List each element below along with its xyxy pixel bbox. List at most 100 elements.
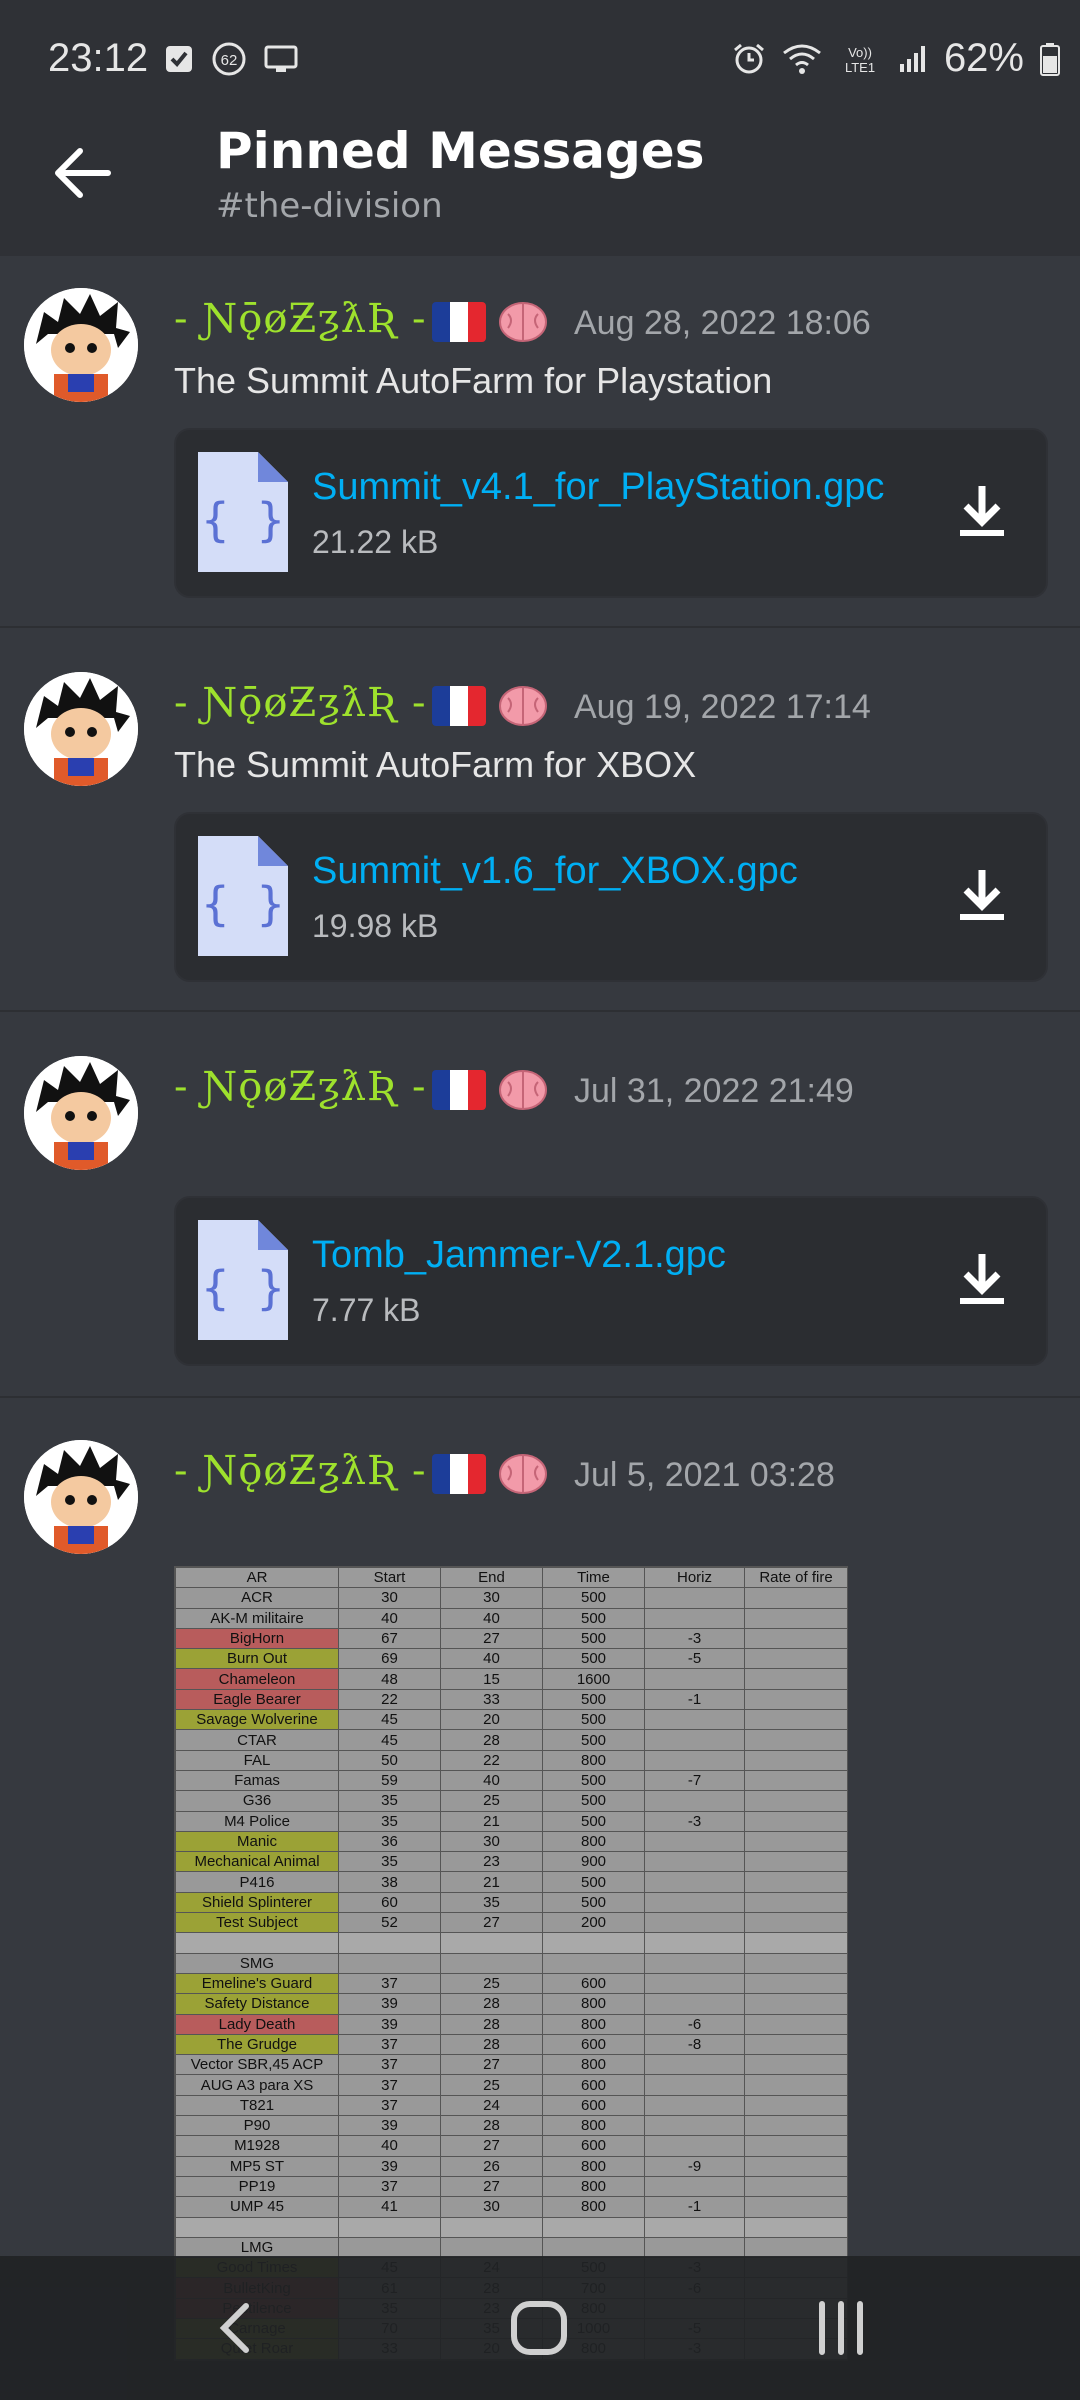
table-cell: 900 bbox=[542, 1851, 645, 1873]
download-icon[interactable] bbox=[952, 866, 1012, 926]
table-cell: 500 bbox=[542, 1709, 645, 1731]
table-cell bbox=[644, 1912, 745, 1934]
table-cell: 500 bbox=[542, 1891, 645, 1914]
table-cell: CTAR bbox=[175, 1729, 339, 1751]
table-cell bbox=[644, 2094, 745, 2117]
file-attachment[interactable]: { } Tomb_Jammer-V2.1.gpc 7.77 kB bbox=[174, 1196, 1048, 1366]
brain-icon bbox=[499, 686, 548, 726]
table-cell bbox=[744, 1972, 848, 1995]
table-cell: 600 bbox=[542, 2074, 645, 2096]
table-cell bbox=[744, 1688, 848, 1711]
table-cell: T821 bbox=[175, 2094, 339, 2117]
table-cell: 35 bbox=[338, 1790, 441, 1812]
svg-text:LTE1: LTE1 bbox=[845, 60, 875, 75]
table-row: Savage Wolverine 45 20 500 bbox=[175, 1709, 848, 1731]
table-cell: 28 bbox=[440, 2115, 543, 2137]
table-cell: -1 bbox=[644, 1688, 745, 1711]
avatar[interactable] bbox=[24, 1440, 138, 1554]
table-row: The Grudge 37 28 600 -8 bbox=[175, 2033, 848, 2056]
table-cell: 800 bbox=[542, 1830, 645, 1853]
avatar[interactable] bbox=[24, 672, 138, 786]
table-cell: 52 bbox=[338, 1912, 441, 1934]
avatar-image bbox=[24, 1056, 138, 1170]
back-nav-icon[interactable] bbox=[200, 2296, 270, 2360]
table-cell bbox=[644, 1668, 745, 1690]
table-cell bbox=[744, 1709, 848, 1731]
avatar[interactable] bbox=[24, 288, 138, 402]
table-cell: Test Subject bbox=[175, 1912, 339, 1934]
table-cell bbox=[338, 1932, 441, 1954]
table-cell: -5 bbox=[644, 1648, 745, 1670]
table-cell bbox=[744, 2013, 848, 2035]
table-cell: Vector SBR,45 ACP bbox=[175, 2054, 339, 2076]
volte-icon: Vo))LTE1 bbox=[845, 45, 875, 75]
avatar[interactable] bbox=[24, 1056, 138, 1170]
column-header: Horiz bbox=[644, 1566, 745, 1589]
table-cell bbox=[644, 2074, 745, 2096]
table-cell: 27 bbox=[440, 1912, 543, 1934]
table-cell: 40 bbox=[338, 2135, 441, 2157]
table-cell bbox=[744, 1668, 848, 1690]
attached-spreadsheet-image[interactable]: AR Start End Time Horiz Rate of fire ACR… bbox=[174, 1566, 848, 2361]
author-text: - ƝǭøƵƺƛƦ - bbox=[174, 680, 427, 726]
table-cell bbox=[744, 1830, 848, 1853]
pinned-message[interactable]: - ƝǭøƵƺƛƦ - Aug 19, 2022 17:14 The Summi… bbox=[0, 626, 1080, 1012]
recents-nav-icon[interactable] bbox=[806, 2296, 876, 2360]
author-name[interactable]: - ƝǭøƵƺƛƦ - bbox=[174, 680, 548, 728]
table-cell: Shield Splinterer bbox=[175, 1891, 339, 1914]
author-text: - ƝǭøƵƺƛƦ - bbox=[174, 1448, 427, 1494]
table-cell: 60 bbox=[338, 1891, 441, 1914]
table-cell: 41 bbox=[338, 2196, 441, 2218]
table-cell: -8 bbox=[644, 2033, 745, 2056]
table-cell: Savage Wolverine bbox=[175, 1709, 339, 1731]
table-row: MP5 ST 39 26 800 -9 bbox=[175, 2155, 848, 2177]
table-row: P90 39 28 800 bbox=[175, 2115, 848, 2137]
table-cell bbox=[542, 1932, 645, 1954]
pinned-message[interactable]: - ƝǭøƵƺƛƦ - Aug 28, 2022 18:06 The Summi… bbox=[0, 256, 1080, 628]
avatar-image bbox=[24, 288, 138, 402]
table-cell: 500 bbox=[542, 1688, 645, 1711]
file-attachment[interactable]: { } Summit_v4.1_for_PlayStation.gpc 21.2… bbox=[174, 428, 1048, 598]
table-cell bbox=[744, 2216, 848, 2238]
table-row: LMG bbox=[175, 2236, 848, 2259]
table-cell: 1600 bbox=[542, 1668, 645, 1690]
download-icon[interactable] bbox=[952, 1250, 1012, 1310]
table-cell: 800 bbox=[542, 2115, 645, 2137]
table-cell bbox=[542, 2216, 645, 2238]
file-name-link[interactable]: Summit_v1.6_for_XBOX.gpc bbox=[312, 850, 798, 893]
download-icon[interactable] bbox=[952, 482, 1012, 542]
table-cell: 21 bbox=[440, 1810, 543, 1832]
table-cell: 48 bbox=[338, 1668, 441, 1690]
table-row: Safety Distance 39 28 800 bbox=[175, 1993, 848, 2015]
table-row: Mechanical Animal 35 23 900 bbox=[175, 1851, 848, 1873]
system-navigation-bar bbox=[0, 2256, 1080, 2400]
file-name-link[interactable]: Summit_v4.1_for_PlayStation.gpc bbox=[312, 466, 884, 509]
table-cell: 36 bbox=[338, 1830, 441, 1853]
author-name[interactable]: - ƝǭøƵƺƛƦ - bbox=[174, 1064, 548, 1112]
notification-badge-icon: 62 bbox=[212, 42, 246, 76]
table-cell bbox=[744, 1993, 848, 2015]
table-cell: 15 bbox=[440, 1668, 543, 1690]
table-cell: 27 bbox=[440, 2054, 543, 2076]
pinned-message[interactable]: - ƝǭøƵƺƛƦ - Jul 31, 2022 21:49 { } Tomb_… bbox=[0, 1010, 1080, 1398]
home-nav-icon[interactable] bbox=[504, 2296, 574, 2360]
battery-percent: 62% bbox=[943, 36, 1024, 80]
back-arrow-icon[interactable] bbox=[46, 138, 126, 208]
table-cell: 40 bbox=[440, 1648, 543, 1670]
message-text: The Summit AutoFarm for Playstation bbox=[174, 360, 773, 401]
author-name[interactable]: - ƝǭøƵƺƛƦ - bbox=[174, 296, 548, 344]
table-row: Emeline's Guard 37 25 600 bbox=[175, 1972, 848, 1995]
file-attachment[interactable]: { } Summit_v1.6_for_XBOX.gpc 19.98 kB bbox=[174, 812, 1048, 982]
author-name[interactable]: - ƝǭøƵƺƛƦ - bbox=[174, 1448, 548, 1496]
table-cell bbox=[644, 1871, 745, 1893]
column-header: Start bbox=[338, 1566, 441, 1589]
table-cell: 40 bbox=[440, 1769, 543, 1792]
code-file-icon: { } bbox=[198, 1220, 288, 1340]
table-cell: 23 bbox=[440, 1851, 543, 1873]
file-name-link[interactable]: Tomb_Jammer-V2.1.gpc bbox=[312, 1234, 726, 1277]
table-cell: 37 bbox=[338, 2074, 441, 2096]
table-cell: 39 bbox=[338, 2013, 441, 2035]
avatar-image bbox=[24, 672, 138, 786]
table-cell: Safety Distance bbox=[175, 1993, 339, 2015]
table-cell: 25 bbox=[440, 1790, 543, 1812]
